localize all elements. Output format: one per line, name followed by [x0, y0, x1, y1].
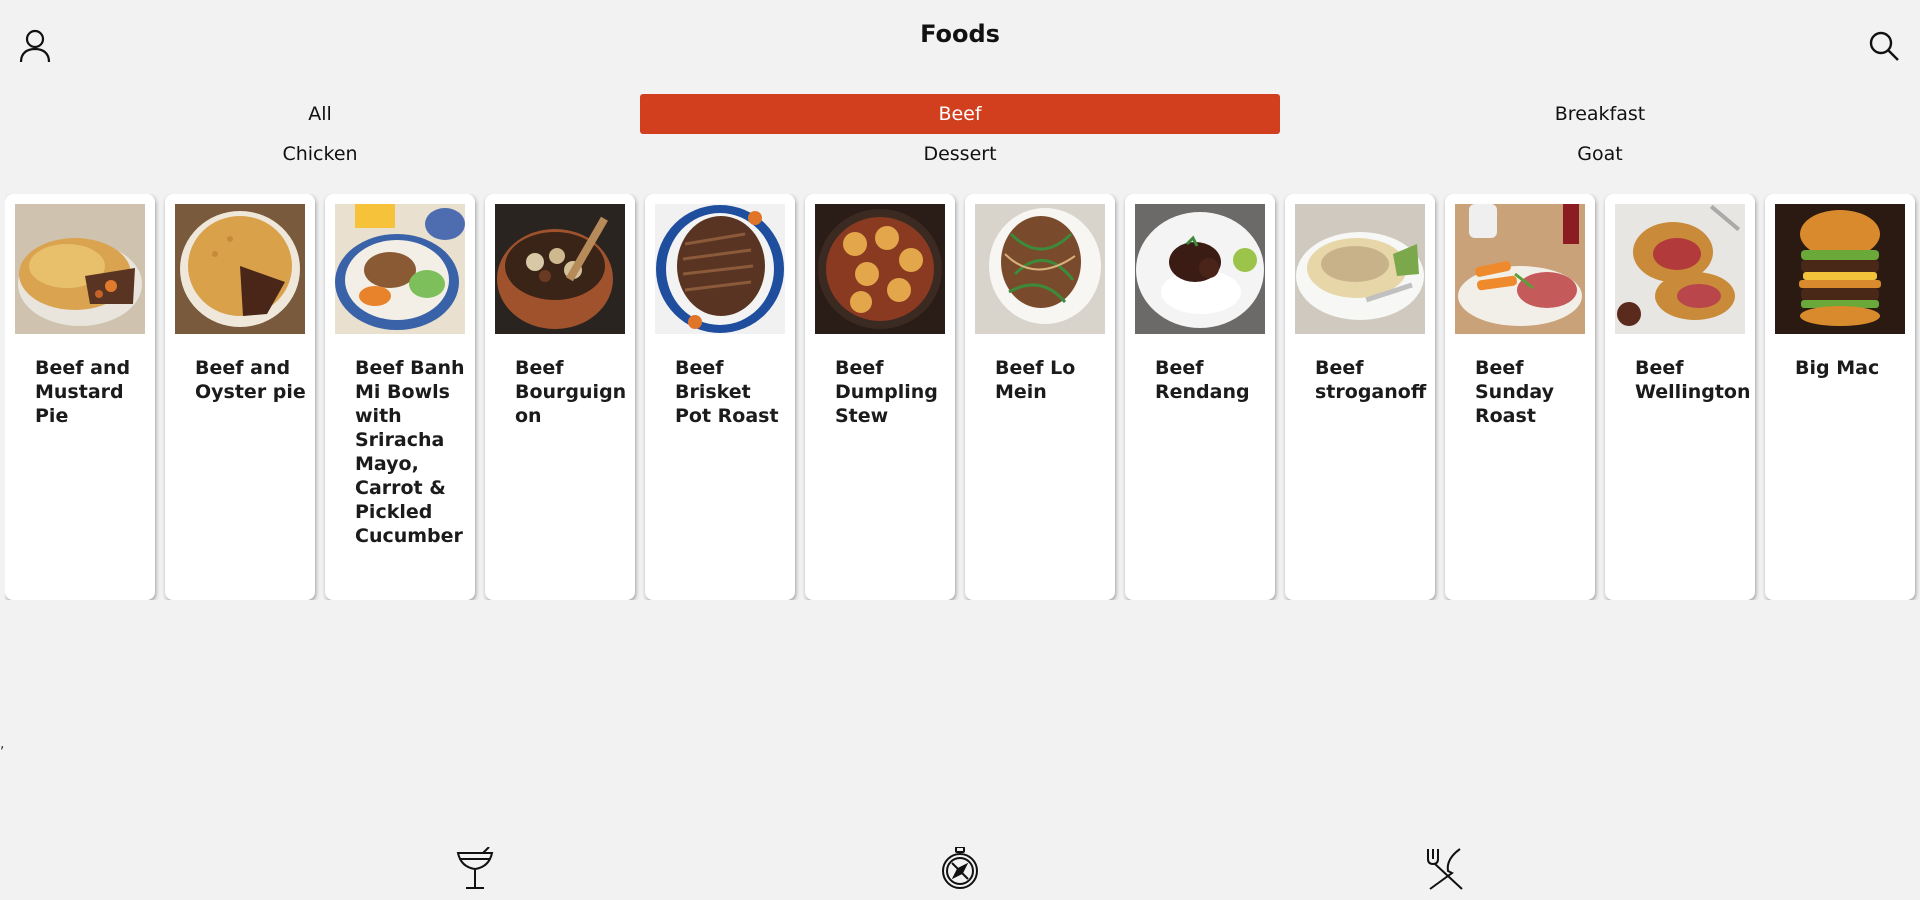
- beef-lo-mein-photo: [975, 204, 1105, 334]
- meal-name: Beef Rendang: [1155, 357, 1250, 403]
- beef-sunday-roast-photo: [1455, 204, 1585, 334]
- meal-name: Beef Wellington: [1635, 357, 1751, 403]
- header: Foods: [0, 0, 1920, 86]
- tab-label: Chicken: [282, 143, 358, 165]
- meal-card-list: Beef and Mustard Pie Beef and Oyster pie: [5, 194, 1920, 600]
- meal-name: Beef Lo Mein: [995, 357, 1076, 403]
- meal-card[interactable]: Beef Wellington: [1605, 194, 1755, 600]
- big-mac-photo: [1775, 204, 1905, 334]
- search-icon: [1869, 31, 1899, 61]
- meal-card[interactable]: Beef and Mustard Pie: [5, 194, 155, 600]
- meal-name: Beef stroganoff: [1315, 357, 1427, 403]
- meal-name: Beef Brisket Pot Roast: [675, 357, 779, 427]
- beef-and-oyster-pie-photo: [175, 204, 305, 334]
- meal-card[interactable]: Big Mac: [1765, 194, 1915, 600]
- tab-label: Goat: [1577, 143, 1623, 165]
- meal-card[interactable]: Beef Rendang: [1125, 194, 1275, 600]
- tab-label: Dessert: [923, 143, 997, 165]
- tab-label: Breakfast: [1554, 103, 1646, 125]
- cocktail-glass-icon: [456, 847, 494, 889]
- search-button[interactable]: [1864, 26, 1904, 66]
- tab-dessert[interactable]: Dessert: [640, 134, 1280, 174]
- page-title: Foods: [920, 20, 1000, 48]
- tab-beef[interactable]: Beef: [640, 94, 1280, 134]
- beef-rendang-photo: [1135, 204, 1265, 334]
- tab-all[interactable]: All: [0, 94, 640, 134]
- beef-and-mustard-pie-photo: [15, 204, 145, 334]
- beef-bourguignon-photo: [495, 204, 625, 334]
- meal-card[interactable]: Beef Banh Mi Bowls with Sriracha Mayo, C…: [325, 194, 475, 600]
- stray-text: ,: [0, 736, 5, 752]
- tab-label: Beef: [640, 94, 1280, 134]
- meal-card[interactable]: Beef Brisket Pot Roast: [645, 194, 795, 600]
- meal-name: Beef Sunday Roast: [1475, 357, 1554, 427]
- bottom-nav: [0, 846, 1920, 900]
- tab-label: All: [308, 103, 332, 125]
- nav-explore[interactable]: [937, 846, 983, 892]
- nav-drinks[interactable]: [452, 846, 498, 892]
- meal-card[interactable]: Beef Sunday Roast: [1445, 194, 1595, 600]
- meal-card[interactable]: Beef Lo Mein: [965, 194, 1115, 600]
- meal-card[interactable]: Beef Dumpling Stew: [805, 194, 955, 600]
- beef-dumpling-stew-photo: [815, 204, 945, 334]
- meal-card[interactable]: Beef Bourguignon: [485, 194, 635, 600]
- compass-icon: [942, 847, 978, 889]
- beef-banh-mi-bowls-photo: [335, 204, 465, 334]
- meal-name: Big Mac: [1795, 357, 1880, 379]
- meal-name: Beef Banh Mi Bowls with Sriracha Mayo, C…: [355, 357, 465, 547]
- tab-chicken[interactable]: Chicken: [0, 134, 640, 174]
- foods-screen: Foods All Beef Breakfast Chicken Dessert…: [0, 0, 1920, 900]
- category-tabs: All Beef Breakfast Chicken Dessert Goat: [0, 94, 1920, 174]
- beef-wellington-photo: [1615, 204, 1745, 334]
- tab-goat[interactable]: Goat: [1280, 134, 1920, 174]
- beef-brisket-pot-roast-photo: [655, 204, 785, 334]
- nav-foods[interactable]: [1422, 846, 1468, 892]
- meal-name: Beef and Mustard Pie: [35, 357, 131, 427]
- meal-name: Beef Bourguignon: [515, 357, 627, 427]
- beef-stroganoff-photo: [1295, 204, 1425, 334]
- meal-name: Beef Dumpling Stew: [835, 357, 938, 427]
- tab-breakfast[interactable]: Breakfast: [1280, 94, 1920, 134]
- fork-knife-icon: [1427, 848, 1463, 890]
- meal-card[interactable]: Beef and Oyster pie: [165, 194, 315, 600]
- meal-card[interactable]: Beef stroganoff: [1285, 194, 1435, 600]
- meal-name: Beef and Oyster pie: [195, 357, 306, 403]
